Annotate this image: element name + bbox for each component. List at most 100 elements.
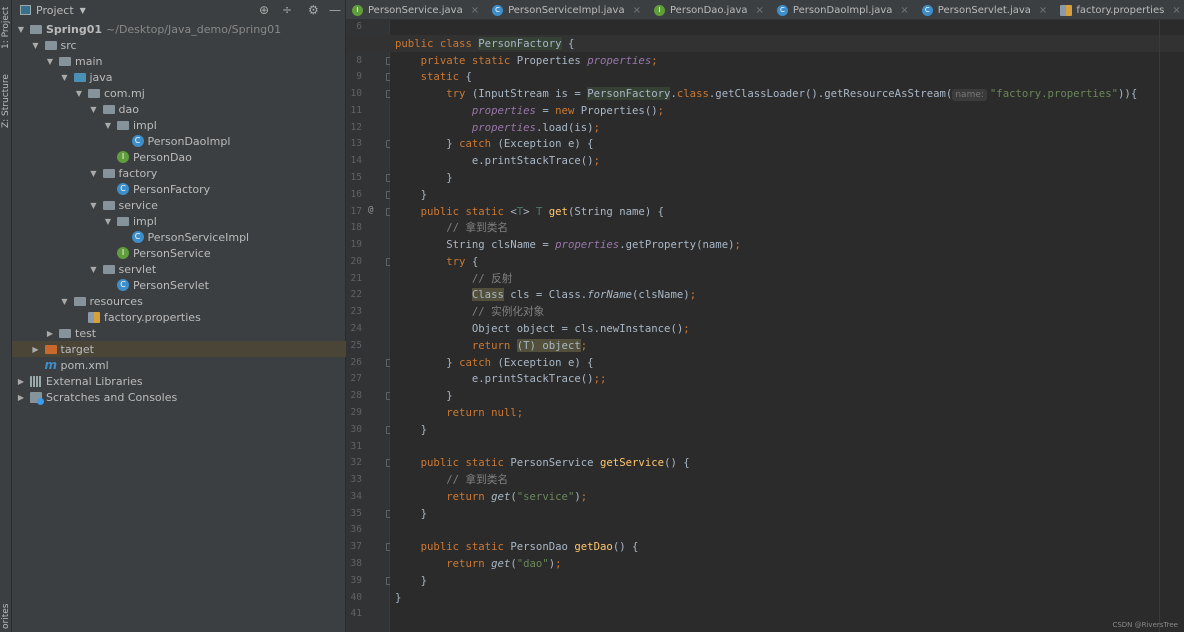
line-number: 41 [350,608,362,620]
editor-tab[interactable]: I PersonDao.java × [648,0,771,19]
code-token: (Exception e) { [497,355,594,369]
close-icon[interactable]: × [1172,5,1180,16]
code-token: class [676,87,709,101]
override-marker-icon[interactable]: @ [368,205,373,215]
tree-item[interactable]: ▼ servlet [12,261,346,277]
code-token: // 拿到类名 [395,221,509,235]
tree-item-label: target [60,342,94,356]
structure-tool-tab[interactable]: Z: Structure [0,70,12,132]
tree-item-label: com.mj [104,86,145,100]
editor-tab[interactable]: I PersonService.java × [346,0,486,19]
code-editor[interactable]: public class PersonFactory { private sta… [346,20,1184,632]
gear-icon[interactable]: ⚙ [308,3,319,17]
tree-item-label: main [75,54,103,68]
tree-item[interactable]: ▶ External Libraries [12,373,346,389]
line-number: 31 [350,440,362,452]
expanded-arrow-icon[interactable]: ▼ [60,73,70,82]
tree-item[interactable]: C PersonFactory [12,181,346,197]
close-icon[interactable]: × [633,5,641,16]
tree-item[interactable]: ▼ com.mj [12,85,346,101]
favorites-tool-tab[interactable]: orites [0,600,12,632]
tree-item[interactable]: ▼ impl [12,213,346,229]
tree-item[interactable]: C PersonServiceImpl [12,229,346,245]
tree-item[interactable]: I PersonService [12,245,346,261]
expanded-arrow-icon[interactable]: ▼ [89,105,99,114]
close-icon[interactable]: × [471,5,479,16]
collapse-all-icon[interactable]: ÷ [282,3,292,17]
expanded-arrow-icon[interactable]: ▼ [74,89,84,98]
code-line: e.printStackTrace();; [395,370,607,387]
tree-item[interactable]: I PersonDao [12,149,346,165]
editor-tab[interactable]: C PersonServlet.java × [916,0,1055,19]
code-token: () { [612,540,639,554]
editor-tab-label: PersonServiceImpl.java [508,4,625,16]
tree-item[interactable]: m pom.xml [12,357,346,373]
code-token: "service" [516,489,575,503]
tree-item[interactable]: ▼ factory [12,165,346,181]
tree-item[interactable]: ▼ impl [12,117,346,133]
tree-item[interactable]: ▼ Spring01 ~/Desktop/Java_demo/Spring01 [12,21,346,37]
tree-item-path: ~/Desktop/Java_demo/Spring01 [106,22,282,36]
line-number: 8 [356,54,362,66]
expanded-arrow-icon[interactable]: ▼ [89,169,99,178]
editor-tab[interactable]: C PersonDaoImpl.java × [771,0,916,19]
editor-tab[interactable]: C PersonServiceImpl.java × [486,0,648,19]
tree-item[interactable]: C PersonServlet [12,277,346,293]
folder-icon [102,200,115,210]
close-icon[interactable]: × [756,5,764,16]
tree-item[interactable]: ▼ src [12,37,346,53]
code-token: e.printStackTrace() [395,372,594,386]
tree-item[interactable]: factory.properties [12,309,346,325]
expanded-arrow-icon[interactable]: ▼ [89,201,99,210]
tree-item-label: service [118,198,158,212]
tree-item-label: PersonDao [133,150,192,164]
locate-icon[interactable]: ⊕ [259,3,269,17]
expanded-arrow-icon[interactable]: ▼ [45,57,55,66]
tree-item-label: pom.xml [60,358,109,372]
close-icon[interactable]: × [900,5,908,16]
collapsed-arrow-icon[interactable]: ▶ [31,345,41,354]
code-token: get [548,204,568,218]
code-token: public static [395,204,511,218]
tree-item[interactable]: ▼ service [12,197,346,213]
close-icon[interactable]: × [1039,5,1047,16]
tree-item-label: factory.properties [104,310,201,324]
tree-item[interactable]: ▶ test [12,325,346,341]
collapsed-arrow-icon[interactable]: ▶ [16,377,26,386]
code-token: ; [651,53,658,67]
hide-icon[interactable]: — [329,3,341,17]
collapsed-arrow-icon[interactable]: ▶ [16,393,26,402]
tree-item[interactable]: ▼ resources [12,293,346,309]
code-token: static [395,70,466,84]
editor-tab[interactable]: factory.properties × [1054,0,1184,19]
code-token: e.printStackTrace() [395,154,594,168]
tree-item[interactable]: ▼ dao [12,101,346,117]
tree-item[interactable]: ▶ Scratches and Consoles [12,389,346,405]
line-number: 6 [356,21,362,32]
tree-item[interactable]: ▼ main [12,53,346,69]
expanded-arrow-icon[interactable]: ▼ [16,25,26,34]
tree-item[interactable]: ▶ target [12,341,346,357]
expanded-arrow-icon[interactable]: ▼ [31,41,41,50]
tree-item[interactable]: C PersonDaoImpl [12,133,346,149]
tree-item[interactable]: ▼ java [12,69,346,85]
tree-item-label: factory [118,166,158,180]
editor-gutter: 67891011121314151617@1819202122232425262… [346,20,393,632]
chevron-down-icon[interactable]: ▼ [80,6,86,15]
code-token: } [395,171,453,185]
code-line: try (InputStream is = PersonFactory.clas… [395,85,1137,102]
code-token: PersonFactory [587,87,671,101]
project-panel-title[interactable]: Project [36,4,74,17]
line-number: 25 [350,339,362,351]
expanded-arrow-icon[interactable]: ▼ [60,297,70,306]
expanded-arrow-icon[interactable]: ▼ [103,217,113,226]
expanded-arrow-icon[interactable]: ▼ [89,265,99,274]
code-line: return (T) object; [395,337,587,354]
collapsed-arrow-icon[interactable]: ▶ [45,329,55,338]
code-line: // 拿到类名 [395,471,508,488]
tree-item-label: dao [118,102,139,116]
expanded-arrow-icon[interactable]: ▼ [103,121,113,130]
line-number: 36 [350,524,362,536]
code-token: get [491,556,511,570]
project-tool-tab[interactable]: 1: Project [0,2,12,54]
